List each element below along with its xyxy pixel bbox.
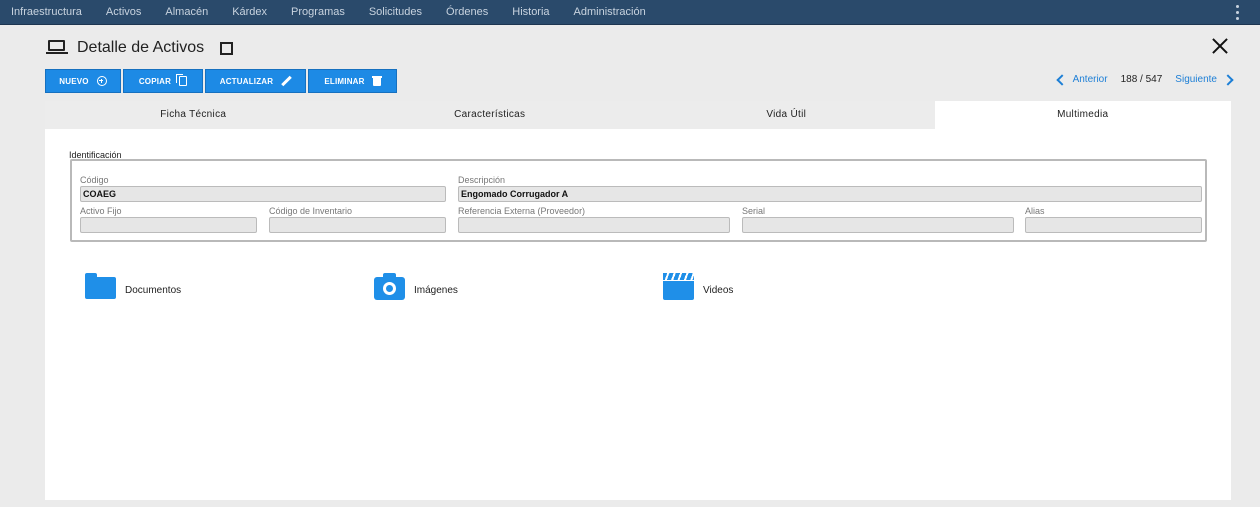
imagenes-link[interactable]: Imágenes (374, 273, 458, 300)
activo-fijo-field-group: Activo Fijo (80, 206, 257, 233)
tab-bar: Ficha Técnica Características Vida Útil … (45, 101, 1231, 129)
siguiente-link[interactable]: Siguiente (1175, 74, 1217, 85)
record-counter: 188 / 547 (1120, 74, 1163, 85)
codigo-field[interactable]: COAEG (80, 186, 446, 202)
camera-icon (374, 273, 405, 300)
referencia-externa-field[interactable] (458, 217, 730, 233)
nav-item-solicitudes[interactable]: Solicitudes (369, 6, 422, 18)
documentos-link[interactable]: Documentos (85, 273, 181, 299)
descripcion-field-group: Descripción Engomado Corrugador A (458, 175, 1202, 202)
descripcion-field[interactable]: Engomado Corrugador A (458, 186, 1202, 202)
videos-label: Videos (703, 285, 734, 296)
codigo-inventario-field-group: Código de Inventario (269, 206, 446, 233)
nav-item-administracion[interactable]: Administración (574, 6, 646, 18)
identificacion-fieldset: Código COAEG Descripción Engomado Corrug… (70, 159, 1207, 242)
nav-item-kardex[interactable]: Kárdex (232, 6, 267, 18)
toolbar: NUEVO COPIAR ACTUALIZAR ELIMINAR (45, 69, 399, 93)
top-navigation-bar: Infraestructura Activos Almacén Kárdex P… (0, 0, 1260, 25)
nuevo-button[interactable]: NUEVO (45, 69, 121, 93)
nav-item-historia[interactable]: Historia (512, 6, 549, 18)
copiar-button[interactable]: COPIAR (123, 69, 203, 93)
add-circle-icon (96, 76, 107, 86)
referencia-externa-field-group: Referencia Externa (Proveedor) (458, 206, 730, 233)
chevron-right-icon[interactable] (1222, 73, 1234, 86)
actualizar-label: ACTUALIZAR (219, 76, 274, 86)
copy-icon (176, 74, 188, 86)
serial-field[interactable] (742, 217, 1014, 233)
referencia-externa-label: Referencia Externa (Proveedor) (458, 206, 586, 216)
multimedia-links: Documentos Imágenes Videos (85, 273, 1185, 303)
trash-icon (371, 76, 382, 86)
tab-multimedia[interactable]: Multimedia (934, 101, 1231, 129)
pencil-icon (281, 76, 291, 86)
codigo-field-group: Código COAEG (80, 175, 446, 202)
nav-item-activos[interactable]: Activos (106, 6, 141, 18)
nav-item-ordenes[interactable]: Órdenes (446, 6, 488, 18)
codigo-inventario-label: Código de Inventario (269, 206, 353, 216)
eliminar-label: ELIMINAR (324, 76, 365, 86)
codigo-inventario-field[interactable] (269, 217, 446, 233)
laptop-icon (46, 40, 68, 56)
page-title: Detalle de Activos (77, 39, 205, 56)
eliminar-button[interactable]: ELIMINAR (308, 69, 397, 93)
anterior-link[interactable]: Anterior (1073, 74, 1108, 85)
title-row: Detalle de Activos (46, 37, 234, 59)
nuevo-label: NUEVO (59, 76, 89, 86)
alias-field[interactable] (1025, 217, 1202, 233)
chevron-left-icon[interactable] (1055, 73, 1068, 86)
more-vert-icon[interactable] (1236, 5, 1240, 20)
nav-item-programas[interactable]: Programas (291, 6, 345, 18)
descripcion-label: Descripción (458, 175, 506, 185)
alias-label: Alias (1025, 206, 1045, 216)
activo-fijo-field[interactable] (80, 217, 257, 233)
nav-item-infraestructura[interactable]: Infraestructura (11, 6, 82, 18)
title-checkbox[interactable] (220, 41, 234, 55)
videos-link[interactable]: Videos (663, 273, 733, 300)
codigo-label: Código (80, 175, 109, 185)
close-icon[interactable] (1211, 37, 1229, 55)
tab-ficha-tecnica[interactable]: Ficha Técnica (45, 101, 342, 129)
detail-panel: Ficha Técnica Características Vida Útil … (45, 101, 1231, 500)
copiar-label: COPIAR (138, 76, 172, 86)
video-clapper-icon (663, 273, 694, 300)
pager: Anterior 188 / 547 Siguiente (1055, 73, 1234, 86)
folder-icon (85, 273, 116, 299)
nav-item-almacen[interactable]: Almacén (165, 6, 208, 18)
tab-caracteristicas[interactable]: Características (342, 101, 639, 129)
tab-vida-util[interactable]: Vida Útil (638, 101, 935, 129)
alias-field-group: Alias (1025, 206, 1202, 233)
imagenes-label: Imágenes (414, 285, 458, 296)
activo-fijo-label: Activo Fijo (80, 206, 122, 216)
serial-field-group: Serial (742, 206, 1014, 233)
serial-label: Serial (742, 206, 766, 216)
documentos-label: Documentos (125, 284, 182, 296)
actualizar-button[interactable]: ACTUALIZAR (205, 69, 306, 93)
